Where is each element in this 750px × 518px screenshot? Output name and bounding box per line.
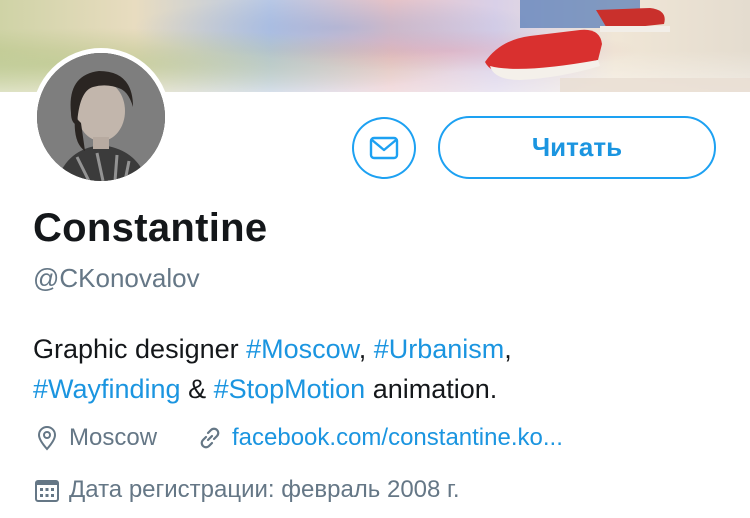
calendar-icon bbox=[33, 476, 61, 504]
bio-separator: & bbox=[180, 374, 214, 404]
link-icon bbox=[196, 424, 224, 452]
joined-text: Дата регистрации: февраль 2008 г. bbox=[69, 476, 460, 503]
avatar-photo bbox=[37, 53, 165, 181]
follow-button-label: Читать bbox=[531, 132, 623, 162]
hashtag-link[interactable]: #Wayfinding bbox=[33, 374, 181, 404]
profile-handle: @CKonovalov bbox=[33, 263, 200, 293]
profile-bio: Graphic designer #Moscow, #Urbanism, #Way… bbox=[33, 329, 723, 409]
hashtag-link[interactable]: #StopMotion bbox=[214, 374, 366, 404]
avatar[interactable] bbox=[32, 48, 170, 186]
message-button[interactable] bbox=[352, 117, 416, 179]
bio-separator: , bbox=[358, 334, 374, 364]
location-pin-icon bbox=[33, 424, 61, 452]
location-text: Moscow bbox=[69, 424, 158, 451]
profile-website[interactable]: facebook.com/constantine.ko... bbox=[196, 424, 563, 452]
profile-joined-date: Дата регистрации: февраль 2008 г. bbox=[33, 476, 460, 504]
bio-text: animation. bbox=[365, 374, 498, 404]
follow-button[interactable]: Читать bbox=[438, 116, 716, 179]
profile-location: Moscow bbox=[33, 424, 157, 452]
bio-separator: , bbox=[504, 334, 512, 364]
hashtag-link[interactable]: #Moscow bbox=[246, 334, 359, 364]
envelope-icon bbox=[369, 136, 399, 160]
profile-name: Constantine bbox=[33, 206, 268, 250]
hashtag-link[interactable]: #Urbanism bbox=[374, 334, 505, 364]
website-link[interactable]: facebook.com/constantine.ko... bbox=[232, 424, 563, 452]
bio-text: Graphic designer bbox=[33, 334, 247, 364]
